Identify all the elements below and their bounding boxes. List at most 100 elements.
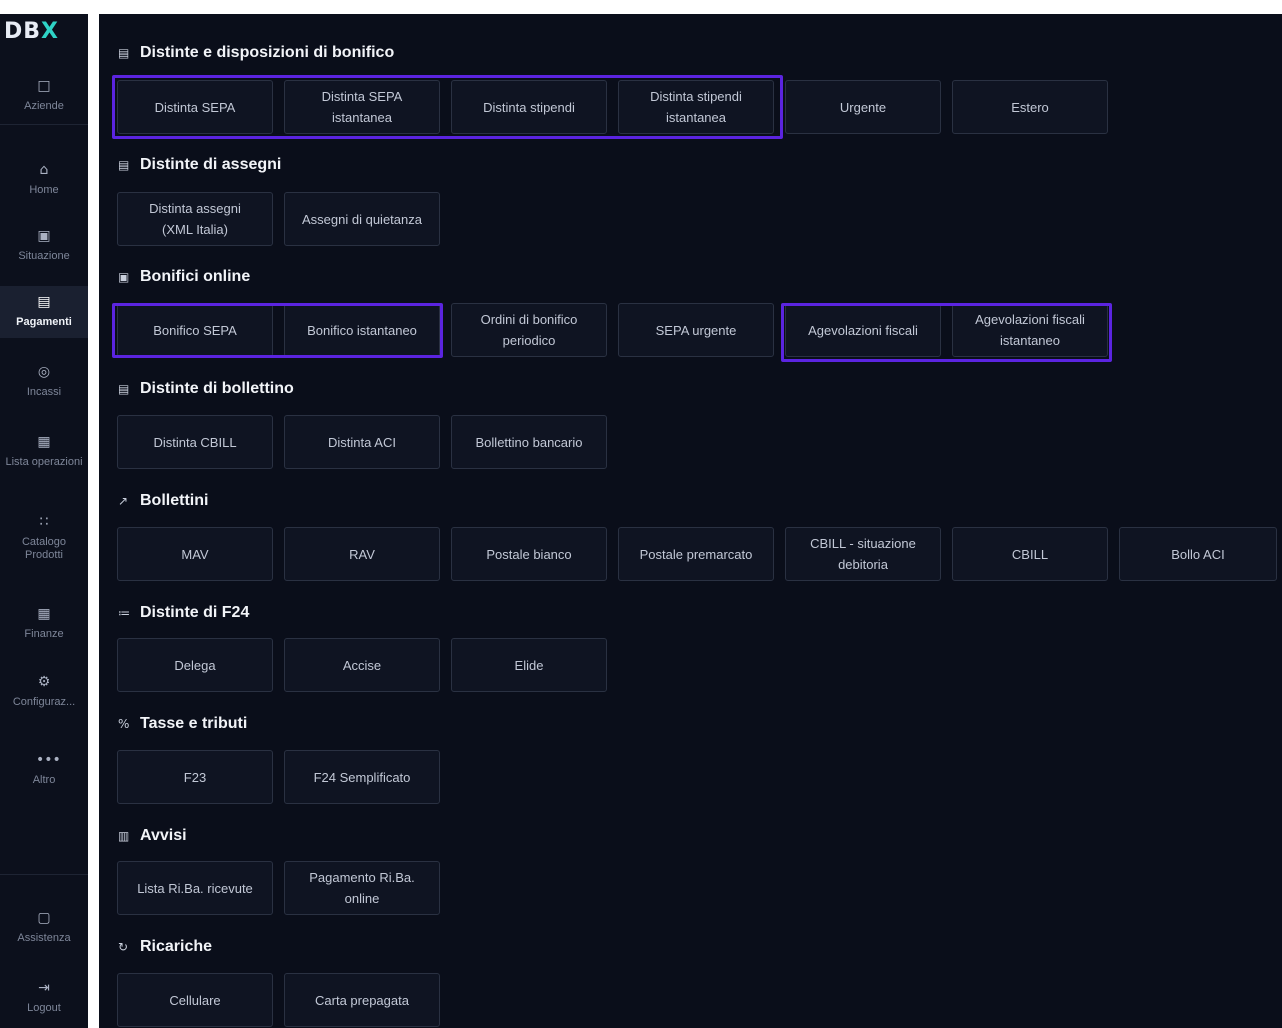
payment-tile-label: Elide (514, 657, 544, 673)
payment-tile[interactable]: Agevolazioni fiscali (785, 303, 941, 357)
payment-tile[interactable]: MAV (117, 527, 273, 581)
payment-tile[interactable]: Distinta SEPA istantanea (284, 80, 440, 134)
payment-tile[interactable]: Distinta SEPA (117, 80, 273, 134)
sidebar-item-situazione[interactable]: ▣ Situazione (0, 220, 88, 270)
sidebar-item-label: Situazione (18, 250, 70, 262)
payment-tile[interactable]: Estero (952, 80, 1108, 134)
sidebar: DBX □ Aziende ⌂ Home ▣ Situazione ▤ Pagamenti ◎ I… (0, 14, 88, 1028)
chart-icon: ▣ (37, 228, 51, 244)
payment-tile[interactable]: F24 Semplificato (284, 750, 440, 804)
logo-accent: X (41, 19, 59, 44)
building-icon: □ (37, 78, 51, 94)
payment-tile[interactable]: Pagamento Ri.Ba. online (284, 861, 440, 915)
coin-icon: ◎ (37, 364, 51, 380)
notice-icon: ▥ (118, 829, 130, 843)
payment-tile[interactable]: Accise (284, 638, 440, 692)
payment-tile[interactable]: Lista Ri.Ba. ricevute (117, 861, 273, 915)
payment-tile-label: Assegni di quietanza (302, 211, 422, 227)
sidebar-item-lista-operazioni[interactable]: ▦ Lista operazioni (0, 426, 88, 492)
payment-tile-label: Pagamento Ri.Ba. online (309, 870, 415, 906)
section-title-text: Bonifici online (140, 268, 251, 285)
section-title: ▤ Distinte e disposizioni di bonifico (118, 43, 394, 63)
payment-tile-label: Postale bianco (486, 546, 572, 562)
more-icon: ••• (36, 752, 61, 768)
payment-tile-label: Distinta assegni (XML Italia) (149, 201, 241, 237)
section-title-text: Avvisi (140, 827, 187, 844)
sidebar-item-altro[interactable]: ••• Altro (0, 744, 88, 786)
payment-tile-label: SEPA urgente (655, 322, 737, 338)
sidebar-item-assistenza[interactable]: ▢ Assistenza (0, 902, 88, 954)
payment-tile[interactable]: Distinta stipendi (451, 80, 607, 134)
payment-tile-label: MAV (181, 546, 209, 562)
payment-tile[interactable]: Carta prepagata (284, 973, 440, 1027)
payment-tile[interactable]: Distinta assegni (XML Italia) (117, 192, 273, 246)
payment-tile-label: Cellulare (169, 992, 221, 1008)
payment-tile[interactable]: Agevolazioni fiscali istantaneo (952, 303, 1108, 357)
payment-tile[interactable]: Ordini di bonifico periodico (451, 303, 607, 357)
chat-icon: ▢ (37, 910, 51, 926)
payment-tile[interactable]: Elide (451, 638, 607, 692)
section-title: ▣ Bonifici online (118, 267, 250, 287)
payment-tile-label: Distinta stipendi (483, 99, 575, 115)
payment-tile[interactable]: CBILL - situazione debitoria (785, 527, 941, 581)
sidebar-item-label: Catalogo Prodotti (21, 536, 67, 561)
payment-tile[interactable]: RAV (284, 527, 440, 581)
f24-icon: ≔ (118, 606, 130, 620)
app-logo: DBX (0, 14, 92, 54)
sidebar-item-label: Incassi (26, 386, 62, 398)
payment-tile[interactable]: SEPA urgente (618, 303, 774, 357)
payment-tile[interactable]: Bonifico SEPA (117, 303, 273, 357)
payment-tile[interactable]: Delega (117, 638, 273, 692)
bank-transfer-icon: ▤ (118, 46, 130, 60)
payment-tile[interactable]: Postale premarcato (618, 527, 774, 581)
home-icon: ⌂ (39, 162, 49, 178)
sidebar-item-aziende[interactable]: □ Aziende (0, 70, 88, 116)
section-title: ▤ Distinte di bollettino (118, 379, 294, 399)
payment-tile-label: F24 Semplificato (313, 769, 411, 785)
section-title-text: Distinte e disposizioni di bonifico (140, 44, 395, 61)
payment-tile[interactable]: Urgente (785, 80, 941, 134)
payment-tile[interactable]: Postale bianco (451, 527, 607, 581)
payment-tile[interactable]: Assegni di quietanza (284, 192, 440, 246)
section-title: ↗ Bollettini (118, 491, 208, 511)
section-title-text: Tasse e tributi (140, 715, 248, 732)
finance-icon: ▦ (37, 606, 51, 622)
payment-tile[interactable]: Distinta ACI (284, 415, 440, 469)
payment-tile-label: Distinta stipendi istantanea (650, 89, 742, 125)
payment-tile[interactable]: Cellulare (117, 973, 273, 1027)
logout-icon: ⇥ (38, 980, 50, 996)
payment-tile-label: Carta prepagata (315, 992, 409, 1008)
grid-icon: ∷ (39, 514, 49, 530)
payment-tile-label: Bollettino bancario (475, 434, 583, 450)
sidebar-item-pagamenti[interactable]: ▤ Pagamenti (0, 286, 88, 338)
sidebar-item-configurazione[interactable]: ⚙ Configuraz... (0, 666, 88, 716)
sidebar-item-home[interactable]: ⌂ Home (0, 154, 88, 204)
section-title-text: Distinte di bollettino (140, 380, 294, 397)
section-title-text: Distinte di F24 (140, 604, 250, 621)
sidebar-item-label: Logout (27, 1002, 61, 1014)
payment-tile[interactable]: F23 (117, 750, 273, 804)
slip-icon: ↗ (118, 494, 129, 508)
payment-tile-label: Bonifico SEPA (153, 322, 237, 338)
payment-tile[interactable]: Bollettino bancario (451, 415, 607, 469)
sidebar-divider (0, 874, 88, 875)
payment-icon: ▤ (37, 294, 51, 310)
payment-tile[interactable]: CBILL (952, 527, 1108, 581)
payment-tile-label: Accise (342, 657, 382, 673)
payment-tile-label: Lista Ri.Ba. ricevute (137, 880, 253, 896)
sidebar-item-logout[interactable]: ⇥ Logout (0, 972, 88, 1024)
sidebar-item-label: Home (29, 184, 59, 196)
sidebar-divider (0, 124, 88, 125)
payment-tile[interactable]: Bonifico istantaneo (284, 303, 440, 357)
sidebar-item-finanze[interactable]: ▦ Finanze (0, 598, 88, 648)
sidebar-item-catalogo-prodotti[interactable]: ∷ Catalogo Prodotti (0, 506, 88, 572)
online-transfer-icon: ▣ (118, 270, 130, 284)
sidebar-item-label: Pagamenti (16, 316, 72, 328)
payment-tile[interactable]: Bollo ACI (1119, 527, 1277, 581)
slip-list-icon: ▤ (118, 382, 130, 396)
check-icon: ▤ (118, 158, 130, 172)
payment-tile[interactable]: Distinta stipendi istantanea (618, 80, 774, 134)
payment-tile[interactable]: Distinta CBILL (117, 415, 273, 469)
sidebar-item-incassi[interactable]: ◎ Incassi (0, 356, 88, 406)
payment-tile-label: Urgente (839, 99, 887, 115)
